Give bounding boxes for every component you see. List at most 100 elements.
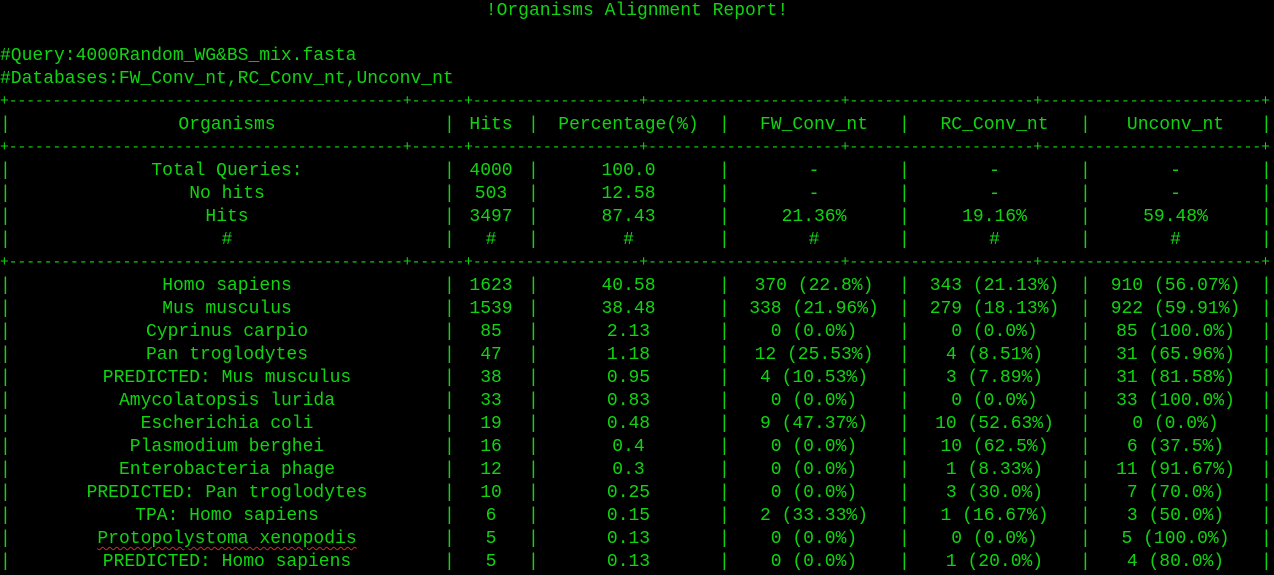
hits-cell: 503 — [474, 184, 508, 204]
column-divider: | — [528, 368, 539, 388]
rc-conv-cell: 4 (8.51%) — [945, 345, 1044, 365]
column-divider: | — [899, 230, 910, 250]
organism-cell: Plasmodium berghei — [129, 437, 325, 457]
rc-conv-cell: 343 (21.13%) — [929, 276, 1060, 296]
percentage-cell: 1.18 — [606, 345, 651, 365]
column-divider: | — [0, 391, 11, 411]
header-percentage: Percentage(%) — [558, 115, 699, 135]
unconv-cell: 922 (59.91%) — [1110, 299, 1241, 319]
table-separator: +---------------------------------------… — [0, 94, 1270, 110]
fw-conv-cell: 0 (0.0%) — [770, 552, 858, 572]
column-divider: | — [0, 230, 11, 250]
column-divider: | — [528, 529, 539, 549]
rc-conv-cell: 10 (62.5%) — [940, 437, 1049, 457]
table-row: | | | | | | | Escherichia coli 19 0.48 9 (47.37%) 1… — [0, 413, 1274, 436]
column-divider: | — [899, 345, 910, 365]
column-divider: | — [719, 391, 730, 411]
column-divider: | — [899, 391, 910, 411]
column-divider: | — [444, 184, 455, 204]
column-divider: | — [444, 207, 455, 227]
unconv-cell: - — [1170, 161, 1181, 181]
column-divider: | — [899, 437, 910, 457]
column-divider: | — [719, 483, 730, 503]
column-divider: | — [899, 115, 910, 135]
summary-row: | | | | | | | Total Queries: 4000 100.0 - - - — [0, 160, 1274, 183]
fw-conv-cell: 370 (22.8%) — [754, 276, 874, 296]
unconv-cell: 31 (65.96%) — [1116, 345, 1235, 365]
table-row: | | | | | | | Amycolatopsis lurida 33 0.83 0 (0.0%… — [0, 390, 1274, 413]
column-divider: | — [899, 207, 910, 227]
column-divider: | — [1080, 115, 1091, 135]
table-separator: +---------------------------------------… — [0, 255, 1270, 271]
fw-conv-cell: 2 (33.33%) — [759, 506, 869, 526]
hits-cell: 47 — [480, 345, 502, 365]
table-row: | | | | | | | TPA: Homo sapiens 6 0.15 2 (33.33%) 1… — [0, 505, 1274, 528]
column-divider: | — [719, 552, 730, 572]
column-divider: | — [1261, 184, 1272, 204]
fw-conv-cell: 21.36% — [781, 207, 847, 227]
column-divider: | — [719, 184, 730, 204]
rc-conv-cell: 0 (0.0%) — [951, 322, 1038, 342]
column-divider: | — [1080, 184, 1091, 204]
column-divider: | — [0, 529, 11, 549]
rc-conv-cell: 1 (16.67%) — [940, 506, 1049, 526]
column-divider: | — [1261, 391, 1272, 411]
column-divider: | — [528, 483, 539, 503]
organism-cell: Hits — [205, 207, 249, 227]
rc-conv-cell: 10 (52.63%) — [935, 414, 1054, 434]
table-row: | | | | | | | PREDICTED: Pan troglodytes 10 0.25 0… — [0, 482, 1274, 505]
column-divider: | — [1080, 345, 1091, 365]
column-divider: | — [0, 276, 11, 296]
column-divider: | — [899, 552, 910, 572]
unconv-cell: 5 (100.0%) — [1121, 529, 1230, 549]
fw-conv-cell: 0 (0.0%) — [770, 391, 858, 411]
table-row: | | | | | | | PREDICTED: Homo sapiens 5 0.13 0 (0.… — [0, 551, 1274, 574]
column-divider: | — [0, 322, 11, 342]
column-divider: | — [1261, 529, 1272, 549]
organism-cell: Pan troglodytes — [145, 345, 309, 365]
summary-row: | | | | | | | Hits 3497 87.43 21.36% 19.16% 59.48% — [0, 206, 1274, 229]
column-divider: | — [719, 299, 730, 319]
column-divider: | — [1261, 483, 1272, 503]
spellcheck-underline: Protopolystoma xenopodis — [97, 529, 357, 549]
column-divider: | — [528, 322, 539, 342]
percentage-cell: 0.15 — [606, 506, 651, 526]
fw-conv-cell: - — [808, 184, 820, 204]
column-divider: | — [1261, 437, 1272, 457]
column-divider: | — [1261, 276, 1272, 296]
rc-conv-cell: 1 (8.33%) — [945, 460, 1044, 480]
organism-cell: Enterobacteria phage — [118, 460, 336, 480]
hits-cell: 33 — [480, 391, 502, 411]
percentage-cell: 0.4 — [612, 437, 645, 457]
column-divider: | — [1080, 483, 1091, 503]
column-divider: | — [444, 115, 455, 135]
databases-line: #Databases:FW_Conv_nt,RC_Conv_nt,Unconv_… — [0, 69, 454, 89]
column-divider: | — [528, 184, 539, 204]
table-row: | | | | | | | Protopolystoma xenopodis 5 0.13 0 (0… — [0, 528, 1274, 551]
column-divider: | — [899, 299, 910, 319]
column-divider: | — [528, 552, 539, 572]
column-divider: | — [0, 483, 11, 503]
column-divider: | — [444, 483, 455, 503]
column-divider: | — [899, 506, 910, 526]
organism-cell: Protopolystoma xenopodis — [11, 528, 443, 551]
column-divider: | — [719, 460, 730, 480]
column-divider: | — [0, 345, 11, 365]
column-divider: | — [528, 460, 539, 480]
unconv-cell: 11 (91.67%) — [1116, 460, 1235, 480]
rc-conv-cell: - — [989, 161, 1000, 181]
rc-conv-cell: 0 (0.0%) — [951, 391, 1038, 411]
table-row: | | | | | | | Mus musculus 1539 38.48 338 (21.96%)… — [0, 298, 1274, 321]
column-divider: | — [1080, 368, 1091, 388]
hits-cell: 16 — [480, 437, 502, 457]
summary-row: | | | | | | | No hits 503 12.58 - - - — [0, 183, 1274, 206]
unconv-cell: 59.48% — [1143, 207, 1208, 227]
column-divider: | — [899, 414, 910, 434]
percentage-cell: 0.48 — [606, 414, 651, 434]
column-divider: | — [444, 437, 455, 457]
hits-cell: 4000 — [469, 161, 513, 181]
column-divider: | — [1080, 161, 1091, 181]
column-divider: | — [1080, 276, 1091, 296]
fw-conv-cell: 9 (47.37%) — [759, 414, 869, 434]
column-divider: | — [1080, 391, 1091, 411]
